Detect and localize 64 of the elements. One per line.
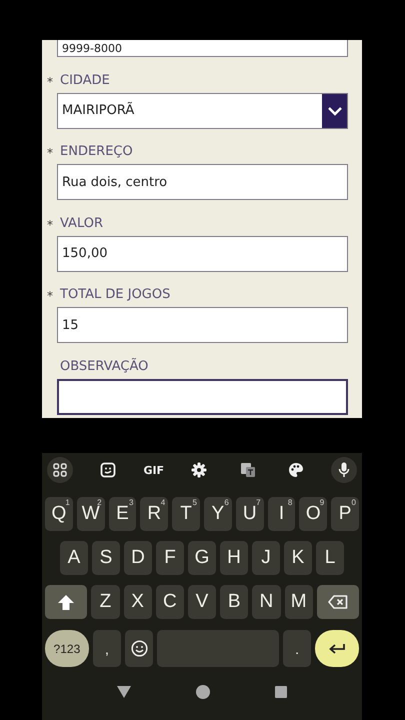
enter-key[interactable] [315,630,359,667]
shift-key[interactable] [45,585,88,619]
backspace-icon [328,595,348,609]
input-field[interactable]: Rua dois, centro [57,164,348,200]
emoji-key[interactable] [125,630,154,667]
required-asterisk: * [47,146,53,160]
letter-key[interactable]: F [156,541,184,575]
letter-key[interactable]: M [284,585,313,619]
letter-key[interactable]: L [316,541,344,575]
letter-key[interactable]: N [252,585,281,619]
letter-key[interactable]: X [124,585,152,619]
comma-key[interactable]: , [92,630,122,667]
field-value: MAIRIPORÃ [62,103,134,118]
letter-key[interactable]: U$^{7}$ [236,497,264,531]
letter-key[interactable]: T$^{5}$ [172,497,200,531]
home-icon[interactable] [196,685,210,699]
letter-key[interactable]: V [188,585,216,619]
apps-grid-icon[interactable] [47,457,73,483]
letter-key[interactable]: W$^{2}$ [76,497,105,531]
letter-key[interactable]: C [156,585,184,619]
field-value: Rua dois, centro [62,174,168,190]
backspace-key[interactable] [316,585,360,619]
letter-key[interactable]: A [60,541,88,575]
field-label: CIDADE [59,72,110,88]
back-icon[interactable] [117,686,132,698]
field-value: 150,00 [62,246,108,261]
letter-key[interactable]: P$^{0}$ [331,497,359,531]
letter-key[interactable]: I $^{8}$ [268,497,296,531]
letter-key[interactable]: Y$^{6}$ [204,497,232,531]
microphone-icon[interactable] [330,457,357,483]
chevron-down-icon[interactable] [322,94,347,128]
recents-icon[interactable] [274,686,287,698]
field-label: VALOR [59,216,103,230]
enter-arrow-icon [328,642,346,654]
input-field[interactable]: 15 [57,307,348,343]
input-field[interactable]: 150,00 [57,236,348,272]
required-asterisk: * [47,74,53,88]
required-asterisk: * [47,289,53,303]
smiley-icon [130,640,148,657]
letter-key[interactable]: G [188,541,216,575]
letter-key[interactable]: Z [91,585,120,619]
symbols-key[interactable]: ?123 [45,630,89,667]
letter-key[interactable]: R$^{4}$ [140,497,168,531]
input-field[interactable]: 9999-8000 [57,40,348,57]
letter-key[interactable]: B [220,585,248,619]
letter-key[interactable]: E$^{3}$ [108,497,136,531]
letter-key[interactable]: O$^{9}$ [299,497,328,531]
dropdown-field[interactable]: MAIRIPORÃ [57,92,348,128]
letter-key[interactable]: Q$^{1}$ [45,497,73,531]
letter-key[interactable]: K [284,541,312,575]
shift-arrow-icon [58,594,74,610]
gif-button[interactable]: GIF [143,457,164,483]
field-label: TOTAL DE JOGOS [59,287,170,302]
input-field[interactable] [57,378,348,414]
field-value: 9999-8000 [62,43,122,55]
field-value: 15 [62,318,79,332]
period-key[interactable]: . [282,630,312,667]
letter-key[interactable]: H [220,541,248,575]
letter-key[interactable]: D [124,541,152,575]
letter-key[interactable]: S [92,541,120,575]
field-label: ENDEREÇO [59,144,133,159]
field-label: OBSERVAÇÃO [59,358,148,374]
letter-key[interactable]: J [252,541,280,575]
required-asterisk: * [47,218,53,232]
